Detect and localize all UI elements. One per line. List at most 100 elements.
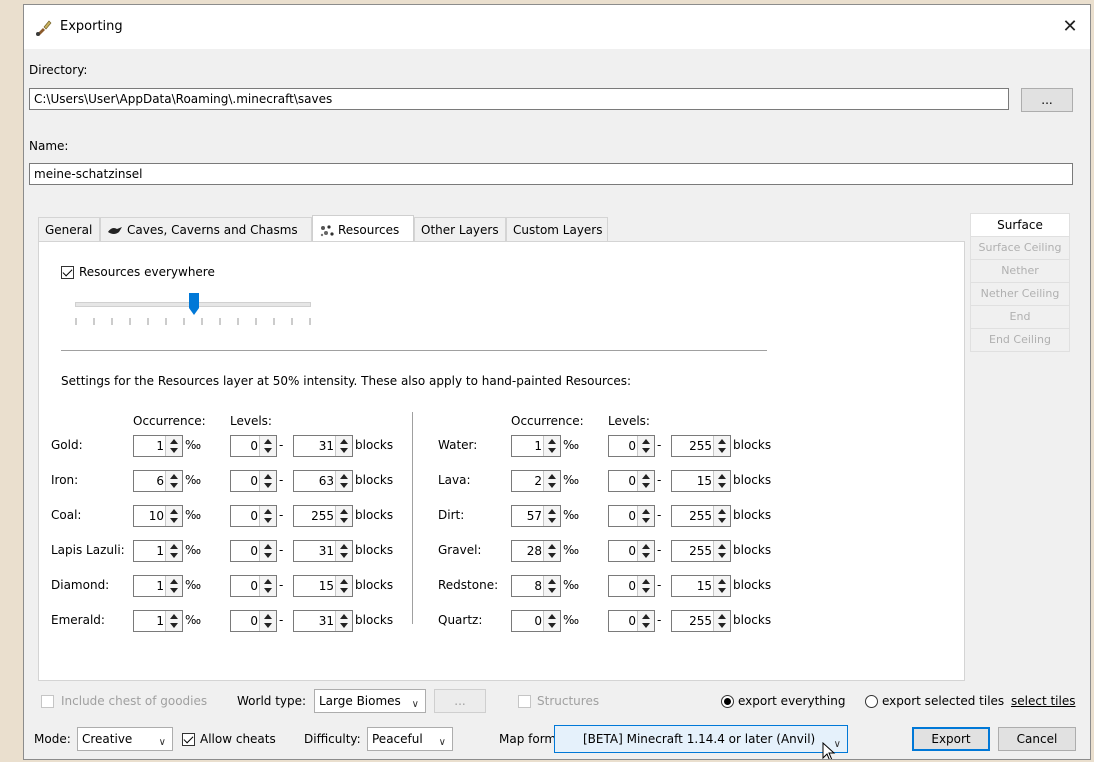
max-level-spinner[interactable]: 255 bbox=[671, 435, 731, 457]
structures-checkbox[interactable] bbox=[518, 695, 531, 708]
min-level-spinner[interactable]: 0 bbox=[230, 435, 277, 457]
slider-thumb[interactable] bbox=[188, 292, 200, 316]
intensity-slider[interactable] bbox=[75, 290, 311, 330]
occurrence-spinner[interactable]: 1 bbox=[133, 435, 183, 457]
browse-button[interactable]: ... bbox=[1021, 88, 1073, 112]
max-level-spinner[interactable]: 31 bbox=[293, 540, 353, 562]
min-level-spinner[interactable]: 0 bbox=[608, 575, 655, 597]
spinner-arrows-icon[interactable] bbox=[335, 611, 352, 631]
spinner-arrows-icon[interactable] bbox=[637, 436, 654, 456]
spinner-arrows-icon[interactable] bbox=[259, 471, 276, 491]
resources-everywhere-checkbox[interactable] bbox=[61, 266, 74, 279]
spinner-arrows-icon[interactable] bbox=[713, 471, 730, 491]
min-level-spinner[interactable]: 0 bbox=[608, 505, 655, 527]
min-level-spinner[interactable]: 0 bbox=[608, 435, 655, 457]
max-level-spinner[interactable]: 255 bbox=[671, 540, 731, 562]
occurrence-spinner[interactable]: 1 bbox=[133, 610, 183, 632]
max-level-spinner[interactable]: 31 bbox=[293, 610, 353, 632]
max-level-spinner[interactable]: 15 bbox=[671, 575, 731, 597]
difficulty-select[interactable]: Peaceful ∨ bbox=[367, 727, 453, 751]
spinner-arrows-icon[interactable] bbox=[259, 611, 276, 631]
occurrence-spinner[interactable]: 1 bbox=[133, 575, 183, 597]
occurrence-spinner[interactable]: 1 bbox=[133, 540, 183, 562]
occurrence-spinner[interactable]: 10 bbox=[133, 505, 183, 527]
tab-resources[interactable]: Resources bbox=[312, 215, 414, 241]
spinner-arrows-icon[interactable] bbox=[637, 576, 654, 596]
world-type-settings-button[interactable]: ... bbox=[434, 689, 486, 713]
max-level-spinner[interactable]: 255 bbox=[671, 610, 731, 632]
min-level-spinner[interactable]: 0 bbox=[230, 470, 277, 492]
spinner-arrows-icon[interactable] bbox=[543, 436, 560, 456]
spinner-arrows-icon[interactable] bbox=[713, 436, 730, 456]
max-level-spinner[interactable]: 15 bbox=[671, 470, 731, 492]
spinner-arrows-icon[interactable] bbox=[713, 576, 730, 596]
export-everything-radio[interactable] bbox=[721, 695, 734, 708]
spinner-arrows-icon[interactable] bbox=[165, 611, 182, 631]
min-level-spinner[interactable]: 0 bbox=[608, 470, 655, 492]
close-icon[interactable]: ✕ bbox=[1056, 13, 1084, 41]
min-level-spinner[interactable]: 0 bbox=[230, 540, 277, 562]
spinner-arrows-icon[interactable] bbox=[713, 541, 730, 561]
map-format-select[interactable]: [BETA] Minecraft 1.14.4 or later (Anvil)… bbox=[554, 725, 848, 753]
tab-general[interactable]: General bbox=[38, 217, 100, 241]
include-chest-checkbox[interactable] bbox=[41, 695, 54, 708]
spinner-arrows-icon[interactable] bbox=[335, 471, 352, 491]
directory-field[interactable]: C:\Users\User\AppData\Roaming\.minecraft… bbox=[29, 88, 1009, 110]
occurrence-spinner[interactable]: 28 bbox=[511, 540, 561, 562]
min-level-spinner[interactable]: 0 bbox=[230, 575, 277, 597]
spinner-arrows-icon[interactable] bbox=[165, 541, 182, 561]
max-level-spinner[interactable]: 15 bbox=[293, 575, 353, 597]
spinner-arrows-icon[interactable] bbox=[335, 576, 352, 596]
spinner-arrows-icon[interactable] bbox=[543, 471, 560, 491]
dimension-nether[interactable]: Nether bbox=[970, 260, 1070, 283]
spinner-arrows-icon[interactable] bbox=[543, 611, 560, 631]
max-level-spinner[interactable]: 63 bbox=[293, 470, 353, 492]
spinner-arrows-icon[interactable] bbox=[637, 541, 654, 561]
world-type-select[interactable]: Large Biomes ∨ bbox=[314, 689, 426, 713]
max-level-spinner[interactable]: 31 bbox=[293, 435, 353, 457]
spinner-arrows-icon[interactable] bbox=[335, 506, 352, 526]
dimension-surface-ceiling[interactable]: Surface Ceiling bbox=[970, 237, 1070, 260]
occurrence-spinner[interactable]: 57 bbox=[511, 505, 561, 527]
spinner-arrows-icon[interactable] bbox=[543, 506, 560, 526]
spinner-arrows-icon[interactable] bbox=[259, 506, 276, 526]
occurrence-spinner[interactable]: 0 bbox=[511, 610, 561, 632]
allow-cheats-checkbox[interactable] bbox=[182, 733, 195, 746]
occurrence-spinner[interactable]: 6 bbox=[133, 470, 183, 492]
dimension-end[interactable]: End bbox=[970, 306, 1070, 329]
dimension-end-ceiling[interactable]: End Ceiling bbox=[970, 329, 1070, 352]
tab-custom-layers[interactable]: Custom Layers bbox=[506, 217, 608, 241]
occurrence-spinner[interactable]: 1 bbox=[511, 435, 561, 457]
min-level-spinner[interactable]: 0 bbox=[230, 610, 277, 632]
min-level-spinner[interactable]: 0 bbox=[230, 505, 277, 527]
dimension-surface[interactable]: Surface bbox=[970, 213, 1070, 237]
spinner-arrows-icon[interactable] bbox=[543, 576, 560, 596]
select-tiles-link[interactable]: select tiles bbox=[1011, 694, 1075, 708]
min-level-spinner[interactable]: 0 bbox=[608, 610, 655, 632]
mode-select[interactable]: Creative ∨ bbox=[77, 727, 173, 751]
name-field[interactable]: meine-schatzinsel bbox=[29, 163, 1073, 185]
spinner-arrows-icon[interactable] bbox=[637, 611, 654, 631]
max-level-spinner[interactable]: 255 bbox=[671, 505, 731, 527]
spinner-arrows-icon[interactable] bbox=[335, 541, 352, 561]
min-level-spinner[interactable]: 0 bbox=[608, 540, 655, 562]
cancel-button[interactable]: Cancel bbox=[998, 727, 1076, 751]
occurrence-spinner[interactable]: 8 bbox=[511, 575, 561, 597]
spinner-arrows-icon[interactable] bbox=[259, 576, 276, 596]
spinner-arrows-icon[interactable] bbox=[165, 576, 182, 596]
spinner-arrows-icon[interactable] bbox=[713, 506, 730, 526]
export-button[interactable]: Export bbox=[912, 727, 990, 751]
occurrence-spinner[interactable]: 2 bbox=[511, 470, 561, 492]
tab-caves[interactable]: Caves, Caverns and Chasms bbox=[100, 217, 312, 241]
max-level-spinner[interactable]: 255 bbox=[293, 505, 353, 527]
spinner-arrows-icon[interactable] bbox=[165, 471, 182, 491]
spinner-arrows-icon[interactable] bbox=[165, 436, 182, 456]
spinner-arrows-icon[interactable] bbox=[165, 506, 182, 526]
spinner-arrows-icon[interactable] bbox=[335, 436, 352, 456]
spinner-arrows-icon[interactable] bbox=[637, 506, 654, 526]
spinner-arrows-icon[interactable] bbox=[259, 436, 276, 456]
spinner-arrows-icon[interactable] bbox=[637, 471, 654, 491]
tab-other-layers[interactable]: Other Layers bbox=[414, 217, 506, 241]
export-selected-radio[interactable] bbox=[865, 695, 878, 708]
spinner-arrows-icon[interactable] bbox=[713, 611, 730, 631]
